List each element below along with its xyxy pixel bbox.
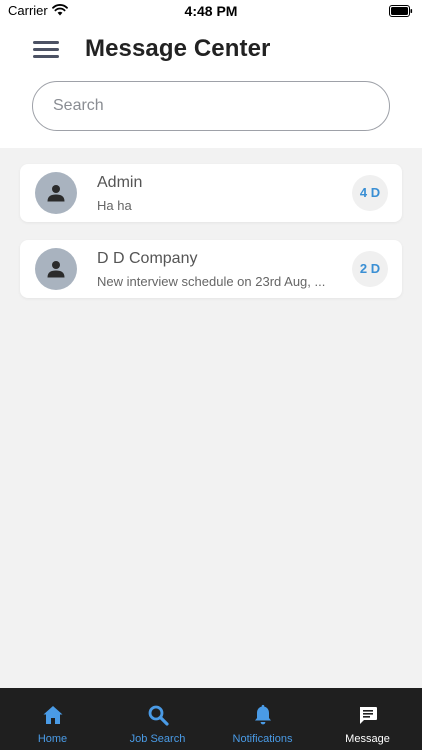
search-icon <box>148 705 169 726</box>
message-item-admin[interactable]: Admin Ha ha 4 D <box>20 164 402 222</box>
search-input[interactable] <box>32 81 390 131</box>
header: Message Center <box>0 22 422 148</box>
message-preview: Ha ha <box>97 198 132 213</box>
home-icon <box>43 706 63 724</box>
menu-button[interactable] <box>33 40 61 60</box>
message-preview: New interview schedule on 23rd Aug, ... <box>97 274 326 289</box>
bell-icon <box>255 704 271 725</box>
page-title: Message Center <box>85 35 271 62</box>
tab-label: Home <box>37 733 68 745</box>
message-sender: D D Company <box>97 250 198 267</box>
tab-label: Job Search <box>129 733 186 745</box>
person-icon <box>47 185 65 202</box>
tab-label: Notifications <box>232 733 293 745</box>
tab-label: Message <box>345 733 390 745</box>
message-center-screen: Carrier 4:48 PM Message Center Search Ad… <box>0 0 422 750</box>
message-icon <box>360 707 377 724</box>
message-age-badge: 4 D <box>352 175 388 211</box>
avatar <box>35 172 77 214</box>
avatar <box>35 248 77 290</box>
status-bar: Carrier 4:48 PM <box>0 0 422 22</box>
message-age-badge: 2 D <box>352 251 388 287</box>
battery-icon <box>389 5 413 17</box>
person-icon <box>47 261 65 278</box>
tab-message[interactable]: Message <box>315 688 420 750</box>
tab-job-search[interactable]: Job Search <box>105 688 210 750</box>
status-time: 4:48 PM <box>184 3 238 19</box>
tab-notifications[interactable]: Notifications <box>210 688 315 750</box>
tab-home[interactable]: Home <box>0 688 105 750</box>
message-list: Admin Ha ha 4 D D D Company New intervie… <box>20 164 402 316</box>
message-sender: Admin <box>97 174 143 191</box>
bottom-tab-bar: Home Job Search Notifications Message <box>0 688 422 750</box>
message-item-dd-company[interactable]: D D Company New interview schedule on 23… <box>20 240 402 298</box>
hamburger-icon <box>33 41 59 44</box>
